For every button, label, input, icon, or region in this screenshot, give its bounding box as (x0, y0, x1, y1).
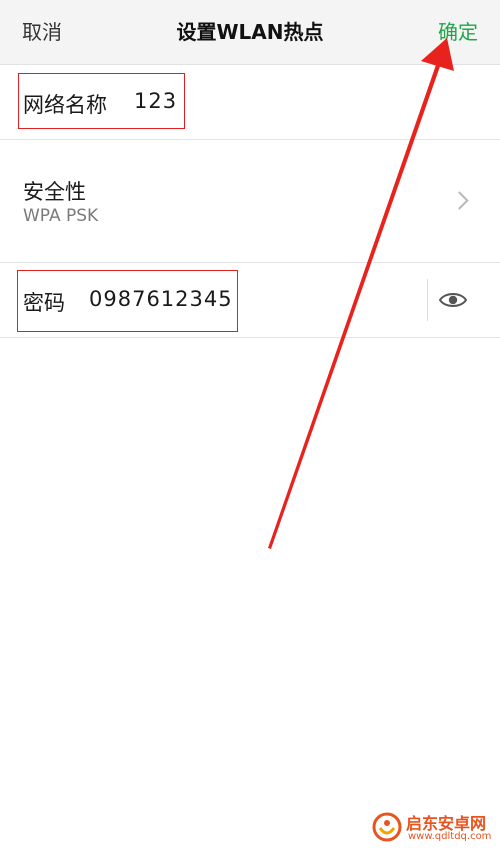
page-title: 设置WLAN热点 (176, 20, 324, 44)
security-value: WPA PSK (23, 206, 99, 226)
password-field-row[interactable]: 密码 0987612345 (0, 263, 500, 338)
divider (427, 279, 428, 321)
ssid-label: 网络名称 (23, 93, 107, 117)
ssid-field-row[interactable]: 网络名称 123 (0, 65, 500, 140)
watermark-url: www.qdltdq.com (408, 831, 492, 842)
watermark-logo-icon (372, 812, 402, 842)
password-input[interactable]: 0987612345 (89, 287, 233, 311)
ssid-input[interactable]: 123 (134, 89, 177, 113)
watermark: 启东安卓网 www.qdltdq.com (372, 808, 498, 848)
password-label: 密码 (23, 291, 65, 315)
chevron-right-icon (450, 191, 469, 210)
security-row[interactable]: 安全性 WPA PSK (0, 140, 500, 263)
eye-icon[interactable] (438, 285, 468, 315)
confirm-button[interactable]: 确定 (438, 16, 478, 45)
security-label: 安全性 (23, 180, 86, 204)
top-bar: 取消 设置WLAN热点 确定 (0, 0, 500, 65)
